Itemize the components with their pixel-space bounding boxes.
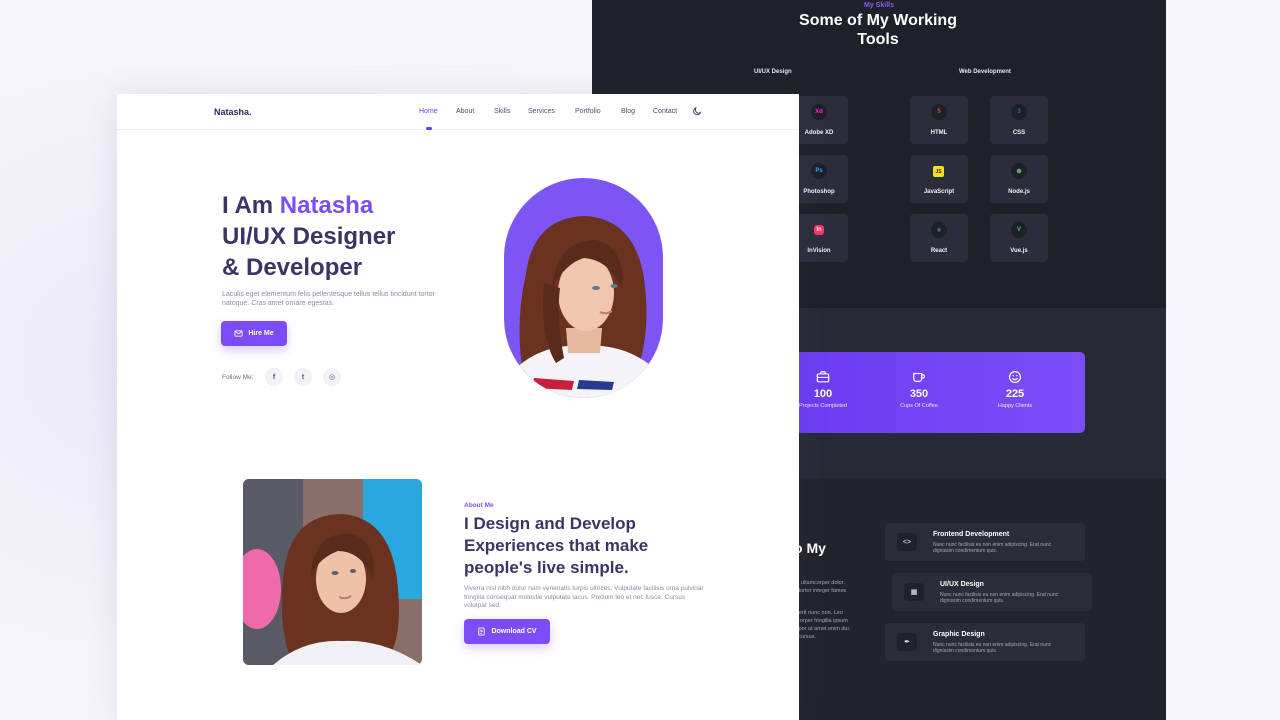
code-icon: <>	[897, 533, 917, 551]
skills-title: Some of My Working Tools	[799, 12, 957, 48]
hero-name: Natasha	[279, 192, 374, 219]
nav-home[interactable]: Home	[419, 108, 438, 115]
service-frontend[interactable]: <> Frontend Development Nunc nunc facili…	[885, 523, 1085, 561]
hire-me-button[interactable]: Hire Me	[221, 321, 287, 346]
hero-portrait	[504, 178, 663, 398]
pen-tool-icon: ✒	[897, 633, 917, 651]
navbar: Natasha. Home About Skills Services Port…	[117, 94, 799, 130]
nodejs-icon: ⬢	[1011, 163, 1027, 179]
moon-icon[interactable]	[692, 106, 702, 116]
download-cv-button[interactable]: Download CV	[464, 619, 550, 644]
css-icon: 3	[1011, 104, 1027, 120]
nav-services[interactable]: Services	[528, 108, 555, 115]
nav-active-indicator	[426, 127, 432, 130]
invision-icon: In	[814, 225, 824, 235]
document-icon	[478, 627, 486, 636]
tool-javascript[interactable]: JS JavaScript	[910, 155, 968, 203]
mail-icon	[234, 330, 243, 337]
service-uiux[interactable]: ▦ UI/UX Design Nunc nunc facilisis eu no…	[892, 573, 1092, 611]
tool-nodejs[interactable]: ⬢ Node.js	[990, 155, 1048, 203]
briefcase-icon	[816, 371, 830, 383]
uiux-column-heading: UI/UX Design	[754, 69, 792, 75]
html-icon: 5	[931, 104, 947, 120]
tool-react[interactable]: ⚛ React	[910, 214, 968, 262]
about-description: Viverra nisl nibh dolor nam venenatis tu…	[464, 585, 704, 609]
nav-blog[interactable]: Blog	[621, 108, 635, 115]
nav-portfolio[interactable]: Portfolio	[575, 108, 601, 115]
tool-css[interactable]: 3 CSS	[990, 96, 1048, 144]
logo[interactable]: Natasha.	[214, 107, 252, 117]
tool-html[interactable]: 5 HTML	[910, 96, 968, 144]
about-photo	[243, 479, 422, 665]
nav-about[interactable]: About	[456, 108, 474, 115]
coffee-icon	[913, 372, 926, 382]
web-column-heading: Web Development	[959, 69, 1011, 75]
dribbble-icon[interactable]: ◎	[323, 368, 341, 386]
photoshop-icon: Ps	[811, 163, 827, 179]
stat-coffee: 350 Cups Of Coffee	[879, 352, 959, 409]
twitter-icon[interactable]: t	[294, 368, 312, 386]
about-kicker: About Me	[464, 502, 494, 509]
light-theme-page: Natasha. Home About Skills Services Port…	[117, 94, 799, 720]
javascript-icon: JS	[933, 166, 944, 177]
smile-icon	[1008, 370, 1022, 384]
adobe-xd-icon: Xd	[811, 104, 827, 120]
skills-kicker: My Skills	[864, 2, 894, 9]
nav-skills[interactable]: Skills	[494, 108, 510, 115]
tool-vuejs[interactable]: V Vue.js	[990, 214, 1048, 262]
service-graphic[interactable]: ✒ Graphic Design Nunc nunc facilisis eu …	[885, 623, 1085, 661]
about-heading: I Design and Develop Experiences that ma…	[464, 514, 649, 577]
hero-description: Laculis eget elementum felis pellentesqu…	[222, 291, 435, 307]
nav-contact[interactable]: Contact	[653, 108, 677, 115]
facebook-icon[interactable]: f	[265, 368, 283, 386]
react-icon: ⚛	[931, 222, 947, 238]
layout-icon: ▦	[904, 583, 924, 601]
hero-heading: I Am Natasha UI/UX Designer & Developer	[222, 192, 396, 281]
stats-banner: 100 Projects Completed 350 Cups Of Coffe…	[784, 352, 1085, 433]
stat-clients: 225 Happy Clients	[975, 352, 1055, 409]
vuejs-icon: V	[1011, 222, 1027, 238]
portrait-photo	[516, 216, 654, 398]
follow-label: Follow Me:	[222, 374, 254, 381]
